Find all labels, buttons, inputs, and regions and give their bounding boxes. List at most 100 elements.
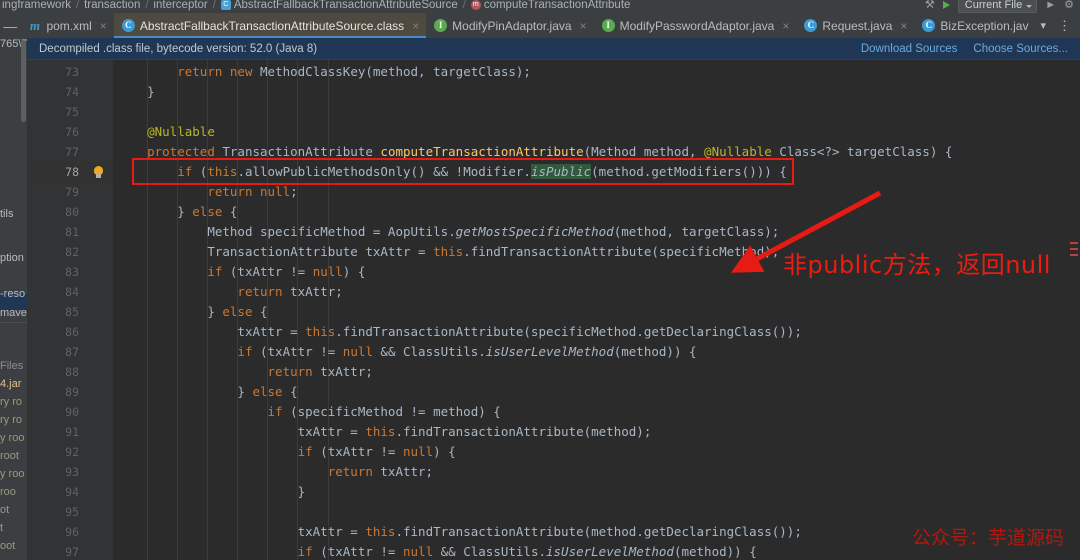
editor-tab-3[interactable]: I ModifyPasswordAdaptor.java × bbox=[594, 13, 797, 38]
intention-bulb-icon[interactable] bbox=[93, 166, 104, 179]
code-line[interactable]: } bbox=[117, 82, 155, 102]
close-icon[interactable]: × bbox=[900, 19, 907, 33]
project-tree-item-8[interactable]: ry ro bbox=[0, 414, 22, 426]
code-line[interactable]: if (txAttr != null) { bbox=[117, 262, 365, 282]
editor-tab-2[interactable]: I ModifyPinAdaptor.java × bbox=[426, 13, 593, 38]
project-tree-scrollbar[interactable] bbox=[21, 40, 26, 122]
gutter-line-number: 83 bbox=[65, 265, 79, 279]
code-token: (txAttr != bbox=[320, 444, 403, 459]
hammer-icon[interactable]: ⚒ bbox=[925, 0, 935, 11]
code-line[interactable]: return txAttr; bbox=[117, 362, 373, 382]
choose-sources-link[interactable]: Choose Sources... bbox=[973, 43, 1068, 55]
debug-bug-icon[interactable]: ⚙ bbox=[1064, 0, 1074, 11]
breadcrumb[interactable]: ingframework / transaction / interceptor / C Ab… bbox=[2, 0, 630, 13]
editor-tab-label: AbstractFallbackTransactionAttributeSour… bbox=[139, 18, 405, 33]
project-tree-item-6[interactable]: 4.jar bbox=[0, 378, 21, 390]
breadcrumb-item-2[interactable]: interceptor bbox=[153, 0, 207, 11]
breadcrumb-item-1[interactable]: transaction bbox=[84, 0, 140, 11]
close-icon[interactable]: × bbox=[782, 19, 789, 33]
project-tree-item-15[interactable]: oot bbox=[0, 540, 15, 552]
code-line[interactable]: return txAttr; bbox=[117, 282, 342, 302]
project-tool-window[interactable]: 765\T tils ption -reso mave Files 4.jar ry ro ry… bbox=[0, 30, 27, 560]
code-token: null bbox=[312, 264, 343, 279]
code-line[interactable]: txAttr = this.findTransactionAttribute(m… bbox=[117, 522, 802, 542]
code-token: if bbox=[297, 544, 321, 559]
breadcrumb-item-0[interactable]: ingframework bbox=[2, 0, 71, 11]
code-line[interactable]: return null; bbox=[117, 182, 297, 202]
code-token: isUserLevelMethod bbox=[485, 344, 614, 359]
code-line[interactable]: } else { bbox=[117, 382, 298, 402]
project-tree-item-13[interactable]: ot bbox=[0, 504, 9, 516]
code-line[interactable]: @Nullable bbox=[117, 122, 215, 142]
project-tree-item-10[interactable]: root bbox=[0, 450, 19, 462]
code-token: (method, targetClass); bbox=[365, 64, 531, 79]
close-icon[interactable]: × bbox=[412, 19, 419, 33]
editor-gutter[interactable]: 73 74 75 76 77 78 79 80 81 82 83 84 85 86 87 88 89 90 91 92… bbox=[27, 60, 113, 560]
code-token: (Method method, bbox=[583, 144, 705, 159]
project-tree-item-11[interactable]: y roo bbox=[0, 468, 24, 480]
code-line[interactable]: txAttr = this.findTransactionAttribute(m… bbox=[117, 422, 652, 442]
editor-tab-bar: — m pom.xml × C AbstractFallbackTransactionA… bbox=[0, 13, 1080, 38]
run-triangle-icon[interactable] bbox=[942, 0, 950, 9]
code-token: (txAttr != bbox=[260, 344, 343, 359]
code-line[interactable]: if (txAttr != null && ClassUtils.isUserL… bbox=[117, 542, 757, 560]
code-line[interactable]: if (specificMethod != method) { bbox=[117, 402, 501, 422]
code-editor[interactable]: 73 74 75 76 77 78 79 80 81 82 83 84 85 86 87 88 89 90 91 92… bbox=[27, 60, 1080, 560]
banner-message: Decompiled .class file, bytecode version… bbox=[39, 42, 318, 55]
close-icon[interactable]: × bbox=[580, 19, 587, 33]
code-text-area[interactable]: return new MethodClassKey(method, target… bbox=[113, 60, 1080, 560]
code-line[interactable]: if (txAttr != null) { bbox=[117, 442, 456, 462]
code-token: .findTransactionAttribute(specificMethod… bbox=[463, 244, 780, 259]
editor-scrollbar[interactable] bbox=[1068, 60, 1080, 560]
code-token: new bbox=[229, 64, 261, 79]
code-token: return bbox=[267, 364, 321, 379]
close-icon[interactable]: × bbox=[100, 19, 107, 33]
code-token: { bbox=[282, 384, 298, 399]
project-tree-item-5[interactable]: Files bbox=[0, 360, 23, 372]
code-line[interactable]: if (this.allowPublicMethodsOnly() && !Mo… bbox=[117, 162, 787, 182]
chevron-down-icon[interactable]: ▾ bbox=[1035, 19, 1051, 32]
code-line[interactable]: return new MethodClassKey(method, target… bbox=[117, 62, 531, 82]
run-icon[interactable]: ► bbox=[1045, 0, 1056, 11]
editor-tab-4[interactable]: C Request.java × bbox=[796, 13, 914, 38]
code-token: computeTransactionAttribute bbox=[380, 144, 584, 159]
code-line[interactable]: } else { bbox=[117, 302, 267, 322]
project-tree-item-14[interactable]: t bbox=[0, 522, 3, 534]
intellij-window: ingframework / transaction / interceptor / C Ab… bbox=[0, 0, 1080, 560]
more-vertical-icon[interactable]: ⋮ bbox=[1053, 18, 1076, 34]
code-token: txAttr; bbox=[380, 464, 434, 479]
code-line[interactable]: protected TransactionAttribute computeTr… bbox=[117, 142, 952, 162]
gutter-line-number: 75 bbox=[65, 105, 79, 119]
breadcrumb-item-3[interactable]: C AbstractFallbackTransactionAttributeSou… bbox=[220, 0, 458, 11]
editor-tab-5[interactable]: C BizException.jav bbox=[914, 13, 1035, 38]
method-icon: m bbox=[470, 0, 481, 10]
gutter-line-number: 74 bbox=[65, 85, 79, 99]
project-tree-item-4[interactable]: mave bbox=[0, 307, 27, 319]
code-line[interactable]: } bbox=[117, 482, 306, 502]
code-line[interactable]: TransactionAttribute txAttr = this.findT… bbox=[117, 242, 779, 262]
breadcrumb-item-4[interactable]: m computeTransactionAttribute bbox=[470, 0, 630, 11]
code-line[interactable]: if (txAttr != null && ClassUtils.isUserL… bbox=[117, 342, 696, 362]
download-sources-link[interactable]: Download Sources bbox=[861, 43, 958, 55]
error-stripe-mark[interactable] bbox=[1070, 248, 1078, 250]
editor-tab-0[interactable]: m pom.xml × bbox=[20, 13, 113, 38]
editor-tab-1[interactable]: C AbstractFallbackTransactionAttributeSou… bbox=[113, 13, 427, 38]
code-line[interactable]: } else { bbox=[117, 202, 237, 222]
project-tree-item-9[interactable]: y roo bbox=[0, 432, 24, 444]
code-token: (specificMethod != method) { bbox=[290, 404, 501, 419]
project-tree-item-1[interactable]: tils bbox=[0, 208, 13, 220]
project-tree-item-2[interactable]: ption bbox=[0, 252, 24, 264]
project-tree-item-7[interactable]: ry ro bbox=[0, 396, 22, 408]
code-line[interactable]: txAttr = this.findTransactionAttribute(s… bbox=[117, 322, 801, 342]
error-stripe-mark[interactable] bbox=[1070, 242, 1078, 244]
code-token: return null bbox=[207, 184, 291, 199]
project-tree-item-12[interactable]: roo bbox=[0, 486, 16, 498]
code-line[interactable]: return txAttr; bbox=[117, 462, 433, 482]
run-configuration-selector[interactable]: Current File bbox=[957, 0, 1038, 13]
error-stripe-mark[interactable] bbox=[1070, 254, 1078, 256]
indent-guide bbox=[327, 60, 329, 560]
editor-tab-label: ModifyPasswordAdaptor.java bbox=[619, 18, 775, 33]
code-line[interactable]: Method specificMethod = AopUtils.getMost… bbox=[117, 222, 779, 242]
code-token: ) { bbox=[433, 444, 456, 459]
project-tree-item-3[interactable]: -reso bbox=[0, 288, 25, 300]
